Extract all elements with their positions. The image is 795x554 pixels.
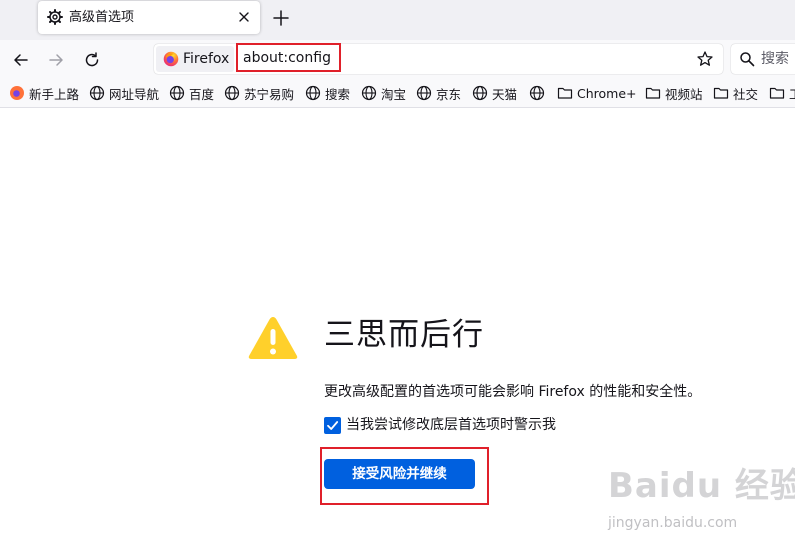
tab-strip: 高级首选项: [0, 0, 795, 40]
reload-icon[interactable]: [83, 51, 101, 69]
bookmark-label: 淘宝: [381, 86, 407, 102]
folder-icon: [557, 87, 573, 99]
bookmark-folder[interactable]: 社交: [713, 84, 758, 102]
bookmark-label: 社交: [733, 86, 759, 102]
search-bar[interactable]: 搜索: [731, 44, 795, 74]
bookmark-star-icon[interactable]: [696, 50, 714, 68]
bookmark-label: 搜索: [325, 86, 351, 102]
warning-icon: [248, 317, 298, 359]
folder-icon: [769, 87, 785, 99]
baidu-watermark: Baidu 经验 jingyan.baidu.com: [608, 466, 795, 542]
globe-icon: [472, 85, 488, 101]
bookmark-label: 网址导航: [109, 86, 160, 102]
bookmark-label: 百度: [189, 86, 215, 102]
tab-advanced-preferences[interactable]: 高级首选项: [38, 1, 260, 34]
bookmark-folder[interactable]: Chrome+: [557, 84, 637, 102]
search-icon: [740, 52, 755, 67]
forward-icon[interactable]: [47, 51, 65, 69]
bookmark-item[interactable]: 网址导航: [89, 84, 159, 102]
bookmark-folder[interactable]: 视频站: [645, 84, 703, 102]
globe-icon: [361, 85, 377, 101]
url-highlight-box: [236, 43, 341, 72]
folder-icon: [645, 87, 661, 99]
folder-icon: [713, 87, 729, 99]
globe-icon: [529, 85, 545, 101]
identity-box[interactable]: Firefox: [156, 46, 234, 72]
bookmark-label: 苏宁易购: [244, 86, 295, 102]
bookmark-folder[interactable]: 工: [769, 84, 795, 102]
button-highlight-box: [320, 447, 489, 505]
tab-title: 高级首选项: [69, 10, 135, 25]
bookmark-label: 工: [789, 84, 795, 103]
gear-icon: [47, 9, 63, 25]
globe-icon: [169, 85, 185, 101]
bookmarks-toolbar: 新手上路 网址导航 百度 苏宁易购 搜索 淘宝 京东 天猫 Chrome+ 视频…: [0, 78, 795, 108]
bookmark-label: 新手上路: [29, 86, 80, 102]
globe-icon: [416, 85, 432, 101]
bookmark-label: 京东: [436, 86, 462, 102]
bookmark-item[interactable]: 京东: [416, 84, 461, 102]
bookmark-label: 视频站: [665, 86, 703, 102]
warning-checkbox-label[interactable]: 当我尝试修改底层首选项时警示我: [346, 415, 556, 435]
firefox-icon: [163, 51, 179, 67]
bookmark-item[interactable]: 苏宁易购: [224, 84, 294, 102]
new-tab-icon[interactable]: [272, 9, 290, 27]
search-placeholder: 搜索: [761, 51, 789, 67]
warning-description: 更改高级配置的首选项可能会影响 Firefox 的性能和安全性。: [324, 384, 702, 400]
back-icon[interactable]: [12, 51, 30, 69]
bookmark-item[interactable]: 搜索: [305, 84, 350, 102]
globe-icon: [89, 85, 105, 101]
bookmark-label: 天猫: [492, 86, 518, 102]
bookmark-item[interactable]: [529, 84, 549, 102]
watermark-logo: Baidu 经验: [608, 466, 795, 506]
warning-checkbox[interactable]: [324, 417, 341, 434]
bookmark-item[interactable]: 百度: [169, 84, 214, 102]
close-icon[interactable]: [237, 10, 251, 24]
bookmark-item[interactable]: 淘宝: [361, 84, 406, 102]
firefox-icon: [10, 86, 24, 100]
bookmark-label: Chrome+: [577, 85, 637, 101]
warning-title: 三思而后行: [324, 317, 484, 353]
globe-icon: [224, 85, 240, 101]
watermark-url: jingyan.baidu.com: [608, 515, 738, 531]
globe-icon: [305, 85, 321, 101]
bookmark-item[interactable]: 天猫: [472, 84, 517, 102]
navigation-toolbar: Firefox about:config 搜索: [0, 40, 795, 78]
checkmark-icon: [327, 421, 339, 430]
bookmark-item[interactable]: 新手上路: [9, 84, 79, 102]
identity-label: Firefox: [183, 51, 230, 67]
